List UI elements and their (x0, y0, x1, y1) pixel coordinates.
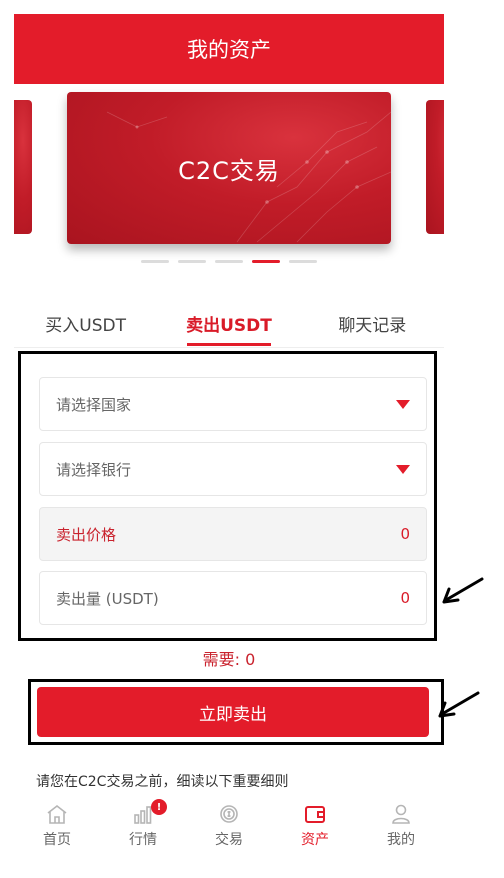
notification-badge: ! (151, 799, 167, 815)
bank-select[interactable]: 请选择银行 (39, 442, 427, 496)
nav-home-label: 首页 (43, 832, 71, 848)
country-placeholder: 请选择国家 (56, 395, 132, 414)
required-amount: 需要: 0 (202, 650, 256, 669)
country-select[interactable]: 请选择国家 (39, 377, 427, 431)
tab-chat-history[interactable]: 聊天记录 (301, 300, 444, 347)
carousel-indicator (14, 260, 444, 268)
sell-price-label: 卖出价格 (56, 525, 117, 544)
pointer-arrow-icon (442, 577, 484, 604)
user-icon (392, 804, 410, 824)
banner-card-next[interactable] (426, 100, 444, 234)
nav-home[interactable]: 首页 (14, 796, 100, 856)
carousel-dot[interactable] (215, 260, 243, 263)
nav-trade-label: 交易 (215, 832, 243, 848)
dropdown-arrow-icon (396, 464, 410, 474)
bottom-navigation: 首页 ! 行情 交易 资产 我的 (14, 796, 444, 856)
pointer-arrow-icon (438, 691, 480, 718)
sell-button-highlight: 立即卖出 (28, 679, 444, 745)
home-icon (47, 804, 67, 824)
nav-profile[interactable]: 我的 (358, 796, 444, 856)
nav-market-label: 行情 (129, 832, 157, 848)
trade-tabs: 买入USDT 卖出USDT 聊天记录 (14, 300, 444, 348)
phone-screen: 我的资产 C2C交易 买入USDT 卖出USDT 聊天记录 请选择国家 请选择银… (14, 0, 444, 878)
nav-assets[interactable]: 资产 (272, 796, 358, 856)
sell-price-value: 0 (400, 525, 410, 543)
trade-notice[interactable]: 请您在C2C交易之前，细读以下重要细则 (36, 771, 288, 791)
sell-amount-input[interactable]: 卖出量 (USDT) 0 (39, 571, 427, 625)
carousel-dot[interactable] (141, 260, 169, 263)
sell-now-button[interactable]: 立即卖出 (37, 687, 429, 737)
sell-amount-label: 卖出量 (USDT) (56, 589, 159, 608)
exchange-icon (220, 805, 238, 823)
carousel-dot[interactable] (178, 260, 206, 263)
top-header: 我的资产 (14, 14, 444, 84)
sell-price-field: 卖出价格 0 (39, 507, 427, 561)
nav-trade[interactable]: 交易 (186, 796, 272, 856)
banner-card-previous[interactable] (14, 100, 32, 234)
carousel-dot-active[interactable] (252, 260, 280, 263)
carousel-dot[interactable] (289, 260, 317, 263)
dropdown-arrow-icon (396, 399, 410, 409)
bank-placeholder: 请选择银行 (56, 460, 132, 479)
nav-assets-label: 资产 (301, 832, 329, 848)
tab-buy-usdt[interactable]: 买入USDT (14, 300, 157, 347)
nav-profile-label: 我的 (387, 832, 415, 848)
banner-card-c2c[interactable]: C2C交易 (67, 92, 391, 244)
tab-sell-usdt[interactable]: 卖出USDT (157, 300, 300, 347)
banner-carousel[interactable]: C2C交易 (14, 84, 444, 284)
page-title: 我的资产 (187, 38, 271, 62)
banner-title: C2C交易 (178, 156, 280, 185)
wallet-icon (305, 806, 325, 823)
nav-market[interactable]: ! 行情 (100, 796, 186, 856)
sell-form-highlight: 请选择国家 请选择银行 卖出价格 0 卖出量 (USDT) 0 (18, 351, 437, 641)
sell-amount-value: 0 (400, 589, 410, 607)
